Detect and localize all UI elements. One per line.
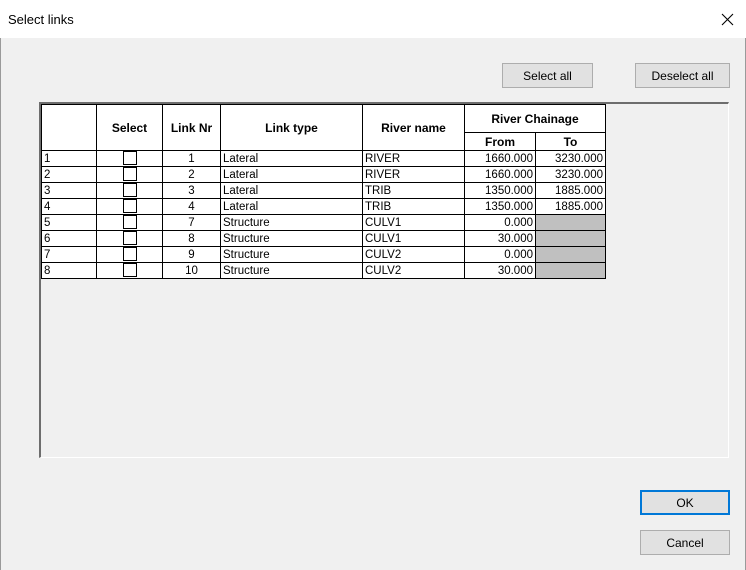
links-table: Select Link Nr Link type River name Rive… — [41, 104, 606, 279]
row-header[interactable]: 5 — [41, 214, 97, 231]
grid-body: 1 1 Lateral RIVER 1660.000 3230.000 2 2 Lateral R… — [41, 150, 606, 279]
column-header-link-type: Link type — [220, 104, 363, 151]
from-cell[interactable]: 30.000 — [464, 262, 536, 279]
window-title: Select links — [8, 12, 74, 27]
title-bar: Select links — [0, 0, 746, 38]
from-cell[interactable]: 1660.000 — [464, 150, 536, 167]
from-cell[interactable]: 1660.000 — [464, 166, 536, 183]
link-type-cell[interactable]: Structure — [220, 230, 363, 247]
row-header[interactable]: 1 — [41, 150, 97, 167]
row-header[interactable]: 4 — [41, 198, 97, 215]
select-cell — [96, 166, 163, 183]
select-checkbox[interactable] — [122, 151, 137, 166]
river-name-cell[interactable]: TRIB — [362, 182, 465, 199]
table-row[interactable]: 8 10 Structure CULV2 30.000 — [41, 262, 606, 279]
column-header-select: Select — [96, 104, 163, 151]
link-nr-cell[interactable]: 7 — [162, 214, 221, 231]
select-checkbox[interactable] — [122, 183, 137, 198]
deselect-all-button[interactable]: Deselect all — [635, 63, 730, 88]
row-header[interactable]: 2 — [41, 166, 97, 183]
river-name-cell[interactable]: RIVER — [362, 150, 465, 167]
select-all-button[interactable]: Select all — [502, 63, 593, 88]
table-row[interactable]: 3 3 Lateral TRIB 1350.000 1885.000 — [41, 182, 606, 199]
column-header-link-nr: Link Nr — [162, 104, 221, 151]
table-row[interactable]: 7 9 Structure CULV2 0.000 — [41, 246, 606, 263]
link-type-cell[interactable]: Lateral — [220, 166, 363, 183]
to-cell[interactable]: 3230.000 — [535, 150, 606, 167]
link-nr-cell[interactable]: 1 — [162, 150, 221, 167]
select-checkbox[interactable] — [122, 263, 137, 278]
river-name-cell[interactable]: CULV1 — [362, 214, 465, 231]
table-row[interactable]: 5 7 Structure CULV1 0.000 — [41, 214, 606, 231]
select-cell — [96, 246, 163, 263]
row-header[interactable]: 3 — [41, 182, 97, 199]
ok-button[interactable]: OK — [640, 490, 730, 515]
link-type-cell[interactable]: Lateral — [220, 150, 363, 167]
column-header-river-name: River name — [362, 104, 465, 151]
to-cell[interactable] — [535, 262, 606, 279]
link-type-cell[interactable]: Structure — [220, 262, 363, 279]
to-cell[interactable] — [535, 246, 606, 263]
select-checkbox[interactable] — [122, 167, 137, 182]
table-row[interactable]: 4 4 Lateral TRIB 1350.000 1885.000 — [41, 198, 606, 215]
link-type-cell[interactable]: Lateral — [220, 198, 363, 215]
river-name-cell[interactable]: CULV2 — [362, 246, 465, 263]
from-cell[interactable]: 0.000 — [464, 246, 536, 263]
select-cell — [96, 262, 163, 279]
column-header-to: To — [535, 132, 606, 151]
cancel-button[interactable]: Cancel — [640, 530, 730, 555]
select-cell — [96, 214, 163, 231]
link-type-cell[interactable]: Lateral — [220, 182, 363, 199]
link-nr-cell[interactable]: 3 — [162, 182, 221, 199]
select-checkbox[interactable] — [122, 199, 137, 214]
close-button[interactable] — [712, 6, 742, 32]
table-row[interactable]: 6 8 Structure CULV1 30.000 — [41, 230, 606, 247]
close-icon — [721, 13, 733, 25]
row-header[interactable]: 6 — [41, 230, 97, 247]
to-cell[interactable] — [535, 214, 606, 231]
select-cell — [96, 182, 163, 199]
to-cell[interactable]: 3230.000 — [535, 166, 606, 183]
river-name-cell[interactable]: CULV2 — [362, 262, 465, 279]
link-nr-cell[interactable]: 8 — [162, 230, 221, 247]
link-nr-cell[interactable]: 4 — [162, 198, 221, 215]
to-cell[interactable] — [535, 230, 606, 247]
window-border-left — [0, 38, 1, 570]
select-cell — [96, 198, 163, 215]
row-header[interactable]: 8 — [41, 262, 97, 279]
link-nr-cell[interactable]: 2 — [162, 166, 221, 183]
to-cell[interactable]: 1885.000 — [535, 198, 606, 215]
from-cell[interactable]: 1350.000 — [464, 182, 536, 199]
link-nr-cell[interactable]: 9 — [162, 246, 221, 263]
select-cell — [96, 150, 163, 167]
table-row[interactable]: 1 1 Lateral RIVER 1660.000 3230.000 — [41, 150, 606, 167]
select-checkbox[interactable] — [122, 247, 137, 262]
select-cell — [96, 230, 163, 247]
river-name-cell[interactable]: CULV1 — [362, 230, 465, 247]
table-row[interactable]: 2 2 Lateral RIVER 1660.000 3230.000 — [41, 166, 606, 183]
link-type-cell[interactable]: Structure — [220, 214, 363, 231]
row-header-corner — [41, 104, 97, 151]
river-name-cell[interactable]: RIVER — [362, 166, 465, 183]
link-type-cell[interactable]: Structure — [220, 246, 363, 263]
from-cell[interactable]: 30.000 — [464, 230, 536, 247]
link-nr-cell[interactable]: 10 — [162, 262, 221, 279]
select-checkbox[interactable] — [122, 231, 137, 246]
select-checkbox[interactable] — [122, 215, 137, 230]
column-header-from: From — [464, 132, 536, 151]
from-cell[interactable]: 1350.000 — [464, 198, 536, 215]
links-grid[interactable]: Select Link Nr Link type River name Rive… — [39, 102, 729, 458]
to-cell[interactable]: 1885.000 — [535, 182, 606, 199]
river-name-cell[interactable]: TRIB — [362, 198, 465, 215]
row-header[interactable]: 7 — [41, 246, 97, 263]
from-cell[interactable]: 0.000 — [464, 214, 536, 231]
column-header-river-chainage: River Chainage — [464, 104, 606, 133]
